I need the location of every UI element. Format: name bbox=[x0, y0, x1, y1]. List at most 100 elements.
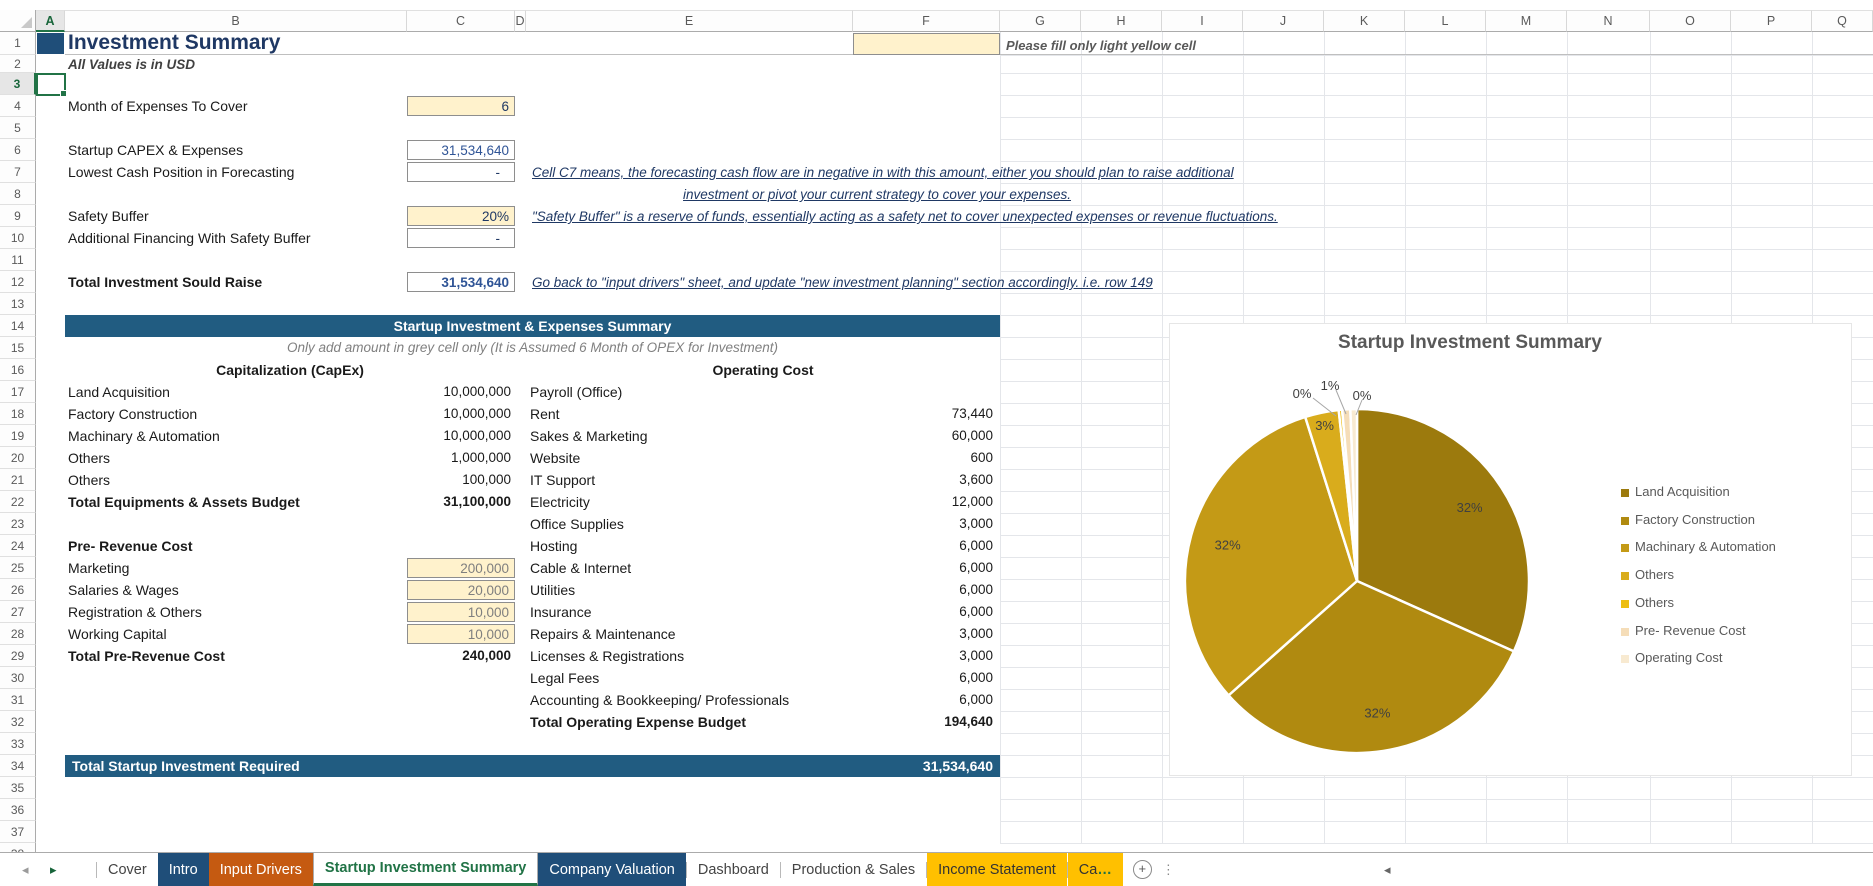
sheet-tab-ca[interactable]: Ca … bbox=[1068, 853, 1123, 886]
row-header-7[interactable]: 7 bbox=[0, 161, 36, 183]
row-header-9[interactable]: 9 bbox=[0, 205, 36, 227]
legend-label: Others bbox=[1635, 595, 1674, 610]
form-label-row6: Startup CAPEX & Expenses bbox=[68, 142, 243, 158]
form-value-row9[interactable]: 20% bbox=[407, 206, 515, 226]
form-value-row6[interactable]: 31,534,640 bbox=[407, 140, 515, 160]
selected-cell-a3[interactable] bbox=[36, 73, 66, 96]
row-header-2[interactable]: 2 bbox=[0, 55, 36, 73]
row-header-18[interactable]: 18 bbox=[0, 403, 36, 425]
column-header-m[interactable]: M bbox=[1486, 10, 1567, 32]
capex-row-input[interactable]: 200,000 bbox=[407, 558, 515, 578]
row-header-6[interactable]: 6 bbox=[0, 139, 36, 161]
page-title: Investment Summary bbox=[68, 31, 280, 55]
column-header-p[interactable]: P bbox=[1731, 10, 1812, 32]
row-header-25[interactable]: 25 bbox=[0, 557, 36, 579]
column-header-a[interactable]: A bbox=[36, 10, 65, 32]
sheet-nav-right-icon[interactable]: ▸ bbox=[50, 862, 57, 877]
column-header-h[interactable]: H bbox=[1081, 10, 1162, 32]
row-header-19[interactable]: 19 bbox=[0, 425, 36, 447]
row-header-3[interactable]: 3 bbox=[0, 73, 36, 95]
form-value-row4[interactable]: 6 bbox=[407, 96, 515, 116]
column-header-k[interactable]: K bbox=[1324, 10, 1405, 32]
row-header-31[interactable]: 31 bbox=[0, 689, 36, 711]
row-header-37[interactable]: 37 bbox=[0, 821, 36, 843]
note-safety-buffer: "Safety Buffer" is a reserve of funds, e… bbox=[532, 209, 1278, 224]
row-header-17[interactable]: 17 bbox=[0, 381, 36, 403]
row-header-14[interactable]: 14 bbox=[0, 315, 36, 337]
form-value-row7[interactable]: - bbox=[407, 162, 515, 182]
sheet-nav-left-icon[interactable]: ◂ bbox=[22, 862, 29, 877]
row-header-24[interactable]: 24 bbox=[0, 535, 36, 557]
opex-row-label: Payroll (Office) bbox=[530, 384, 622, 400]
capex-row-input[interactable]: 20,000 bbox=[407, 580, 515, 600]
opex-row-label: Licenses & Registrations bbox=[530, 648, 684, 664]
capex-row-input[interactable]: 10,000 bbox=[407, 602, 515, 622]
row-header-15[interactable]: 15 bbox=[0, 337, 36, 359]
form-value-row10[interactable]: - bbox=[407, 228, 515, 248]
row-header-33[interactable]: 33 bbox=[0, 733, 36, 755]
legend-item-4[interactable]: Others bbox=[1621, 595, 1674, 609]
column-header-j[interactable]: J bbox=[1243, 10, 1324, 32]
column-header-e[interactable]: E bbox=[526, 10, 853, 32]
sheet-tab-cover[interactable]: Cover bbox=[97, 853, 158, 886]
column-header-c[interactable]: C bbox=[407, 10, 515, 32]
more-dots-icon[interactable]: ⋮ bbox=[1162, 862, 1175, 878]
row-header-4[interactable]: 4 bbox=[0, 95, 36, 117]
row-header-12[interactable]: 12 bbox=[0, 271, 36, 293]
sheet-tab-intro[interactable]: Intro bbox=[158, 853, 209, 886]
row-header-30[interactable]: 30 bbox=[0, 667, 36, 689]
select-all-corner[interactable] bbox=[0, 10, 36, 32]
pie-chart[interactable]: Startup Investment Summary 32%32%32%3%0%… bbox=[1169, 323, 1852, 776]
sheet-tab-startup-investment-summary[interactable]: Startup Investment Summary bbox=[313, 853, 538, 886]
row-header-13[interactable]: 13 bbox=[0, 293, 36, 315]
column-header-q[interactable]: Q bbox=[1812, 10, 1873, 32]
legend-item-3[interactable]: Others bbox=[1621, 567, 1674, 581]
scroll-left-icon[interactable]: ◂ bbox=[1384, 862, 1391, 877]
row-header-27[interactable]: 27 bbox=[0, 601, 36, 623]
legend-item-2[interactable]: Machinary & Automation bbox=[1621, 539, 1776, 553]
sheet-tab-company-valuation[interactable]: Company Valuation bbox=[538, 853, 685, 886]
legend-item-1[interactable]: Factory Construction bbox=[1621, 512, 1755, 526]
row-header-26[interactable]: 26 bbox=[0, 579, 36, 601]
row-header-21[interactable]: 21 bbox=[0, 469, 36, 491]
row-header-29[interactable]: 29 bbox=[0, 645, 36, 667]
capex-row-input[interactable]: 10,000 bbox=[407, 624, 515, 644]
legend-item-6[interactable]: Operating Cost bbox=[1621, 650, 1722, 664]
column-header-d[interactable]: D bbox=[515, 10, 526, 32]
column-header-o[interactable]: O bbox=[1650, 10, 1731, 32]
column-header-l[interactable]: L bbox=[1405, 10, 1486, 32]
sheet-tab-production-sales[interactable]: Production & Sales bbox=[781, 853, 926, 886]
row-header-10[interactable]: 10 bbox=[0, 227, 36, 249]
legend-label: Machinary & Automation bbox=[1635, 539, 1776, 554]
row-header-34[interactable]: 34 bbox=[0, 755, 36, 777]
row-header-22[interactable]: 22 bbox=[0, 491, 36, 513]
row-header-16[interactable]: 16 bbox=[0, 359, 36, 381]
row-header-23[interactable]: 23 bbox=[0, 513, 36, 535]
form-value-row12[interactable]: 31,534,640 bbox=[407, 272, 515, 292]
row-header-11[interactable]: 11 bbox=[0, 249, 36, 271]
row-header-5[interactable]: 5 bbox=[0, 117, 36, 139]
row-header-8[interactable]: 8 bbox=[0, 183, 36, 205]
legend-item-0[interactable]: Land Acquisition bbox=[1621, 484, 1730, 498]
opex-row-value: 3,600 bbox=[853, 472, 993, 487]
sheet-tab-input-drivers[interactable]: Input Drivers bbox=[209, 853, 313, 886]
sheet-tab-dashboard[interactable]: Dashboard bbox=[687, 853, 780, 886]
legend-label: Others bbox=[1635, 567, 1674, 582]
column-header-g[interactable]: G bbox=[1000, 10, 1081, 32]
row-header-35[interactable]: 35 bbox=[0, 777, 36, 799]
column-header-f[interactable]: F bbox=[853, 10, 1000, 32]
sheet-tab-income-statement[interactable]: Income Statement bbox=[927, 853, 1067, 886]
row-header-20[interactable]: 20 bbox=[0, 447, 36, 469]
column-header-n[interactable]: N bbox=[1567, 10, 1650, 32]
opex-row-label: Website bbox=[530, 450, 580, 466]
add-sheet-icon[interactable]: + bbox=[1133, 860, 1152, 879]
row-header-36[interactable]: 36 bbox=[0, 799, 36, 821]
column-header-i[interactable]: I bbox=[1162, 10, 1243, 32]
column-header-b[interactable]: B bbox=[65, 10, 407, 32]
legend-item-5[interactable]: Pre- Revenue Cost bbox=[1621, 623, 1746, 637]
row-header-28[interactable]: 28 bbox=[0, 623, 36, 645]
row-header-32[interactable]: 32 bbox=[0, 711, 36, 733]
note-total-investment: Go back to "input drivers" sheet, and up… bbox=[532, 275, 1153, 290]
row-header-1[interactable]: 1 bbox=[0, 32, 36, 55]
cell-f1-input[interactable] bbox=[853, 33, 1000, 55]
